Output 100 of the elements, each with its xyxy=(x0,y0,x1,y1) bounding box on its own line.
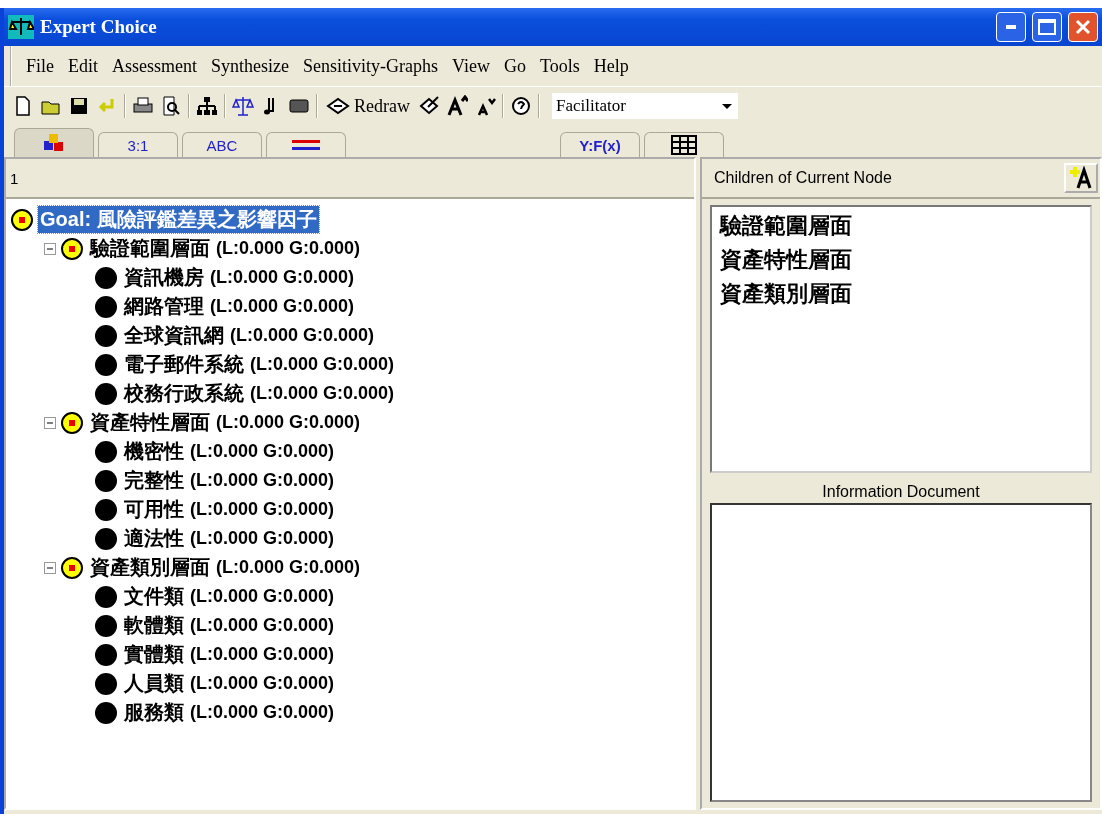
goal-node-icon xyxy=(60,410,84,435)
leaf-node-icon xyxy=(94,468,118,493)
leaf-node-icon xyxy=(94,613,118,638)
leaf-node-icon xyxy=(94,497,118,522)
balance-scale-icon[interactable] xyxy=(232,95,254,117)
view-tab[interactable]: Y:F(x) xyxy=(560,132,640,157)
view-tab[interactable] xyxy=(14,128,94,157)
blocks-icon xyxy=(42,133,66,153)
priority-text: (L:0.000 G:0.000) xyxy=(216,557,361,578)
hierarchy-icon[interactable] xyxy=(196,95,218,117)
leaf-node-icon xyxy=(94,352,118,377)
leaf-node-icon xyxy=(94,439,118,464)
priority-text: (L:0.000 G:0.000) xyxy=(190,586,335,607)
expand-toggle[interactable] xyxy=(44,242,56,255)
leaf-node-icon xyxy=(94,381,118,406)
window-title: Expert Choice xyxy=(40,16,158,38)
priority-text: (L:0.000 G:0.000) xyxy=(190,499,335,520)
view-tab[interactable]: ABC xyxy=(182,132,262,157)
redraw-button[interactable]: Redraw xyxy=(324,95,412,117)
leaf-node-icon xyxy=(94,671,118,696)
mode-dropdown[interactable]: Facilitator xyxy=(552,93,738,119)
tree-node-label[interactable]: 實體類 xyxy=(122,641,186,668)
tree-node-label[interactable]: Goal: 風險評鑑差異之影響因子 xyxy=(38,206,319,233)
leaf-node-icon xyxy=(94,265,118,290)
tree-node-label[interactable]: 資產類別層面 xyxy=(88,554,212,581)
leaf-node-icon xyxy=(94,294,118,319)
priority-text: (L:0.000 G:0.000) xyxy=(216,412,361,433)
leaf-node-icon xyxy=(94,642,118,667)
font-larger-icon[interactable] xyxy=(446,95,468,117)
menu-item[interactable]: File xyxy=(26,55,54,77)
view-tab[interactable] xyxy=(644,132,724,157)
goal-node-icon xyxy=(60,236,84,261)
menu-item[interactable]: Assessment xyxy=(112,55,197,77)
maximize-button[interactable] xyxy=(1032,12,1062,42)
tree-node-label[interactable]: 文件類 xyxy=(122,583,186,610)
close-icon xyxy=(1075,19,1091,35)
save-icon[interactable] xyxy=(68,95,90,117)
child-node-item[interactable]: 資產類別層面 xyxy=(720,279,1082,309)
expand-toggle[interactable] xyxy=(44,561,56,574)
tree-node-label[interactable]: 資訊機房 xyxy=(122,264,206,291)
priority-text: (L:0.000 G:0.000) xyxy=(210,296,355,317)
menu-item[interactable]: Synthesize xyxy=(211,55,289,77)
tree-node-label[interactable]: 網路管理 xyxy=(122,293,206,320)
tree-node-label[interactable]: 全球資訊網 xyxy=(122,322,226,349)
eraser-pen-icon[interactable] xyxy=(418,95,440,117)
menu-item[interactable]: Tools xyxy=(539,55,580,77)
minimize-icon xyxy=(1006,25,1016,29)
leaf-node-icon xyxy=(94,700,118,725)
diamond-icon xyxy=(326,96,350,116)
tree-node-label[interactable]: 完整性 xyxy=(122,467,186,494)
add-letter-icon xyxy=(1068,166,1094,190)
add-node-button[interactable] xyxy=(1064,163,1098,193)
view-tab[interactable]: 3:1 xyxy=(98,132,178,157)
scale-app-icon xyxy=(8,15,34,39)
priority-text: (L:0.000 G:0.000) xyxy=(210,267,355,288)
pane-header: Children of Current Node xyxy=(714,169,892,187)
tree-node-label[interactable]: 服務類 xyxy=(122,699,186,726)
info-document-label: Information Document xyxy=(822,483,980,500)
leaf-node-icon xyxy=(94,584,118,609)
minimize-button[interactable] xyxy=(996,12,1026,42)
info-document-field[interactable] xyxy=(710,503,1092,802)
tree-node-label[interactable]: 人員類 xyxy=(122,670,186,697)
priority-text: (L:0.000 G:0.000) xyxy=(190,528,335,549)
print-preview-icon[interactable] xyxy=(160,95,182,117)
goal-node-icon xyxy=(60,555,84,580)
tree-node-label[interactable]: 驗證範圍層面 xyxy=(88,235,212,262)
pane-header: 1 xyxy=(10,169,19,187)
tree-node-label[interactable]: 軟體類 xyxy=(122,612,186,639)
stripes-icon xyxy=(290,138,322,152)
dropdown-arrow-icon xyxy=(722,103,732,109)
priority-text: (L:0.000 G:0.000) xyxy=(190,644,335,665)
priority-text: (L:0.000 G:0.000) xyxy=(190,441,335,462)
view-tab[interactable] xyxy=(266,132,346,157)
leaf-node-icon xyxy=(94,323,118,348)
menu-item[interactable]: Help xyxy=(593,55,629,77)
priority-text: (L:0.000 G:0.000) xyxy=(190,470,335,491)
priority-text: (L:0.000 G:0.000) xyxy=(230,325,375,346)
priority-text: (L:0.000 G:0.000) xyxy=(190,702,335,723)
menu-item[interactable]: View xyxy=(452,55,490,77)
tree-node-label[interactable]: 機密性 xyxy=(122,438,186,465)
tree-node-label[interactable]: 校務行政系統 xyxy=(122,380,246,407)
maximize-icon xyxy=(1038,19,1056,35)
table-icon xyxy=(671,135,697,155)
priority-text: (L:0.000 G:0.000) xyxy=(250,383,395,404)
tree-node-label[interactable]: 電子郵件系統 xyxy=(122,351,246,378)
menu-item[interactable]: Edit xyxy=(68,55,98,77)
leaf-node-icon xyxy=(94,526,118,551)
tree-node-label[interactable]: 可用性 xyxy=(122,496,186,523)
close-button[interactable] xyxy=(1068,12,1098,42)
priority-text: (L:0.000 G:0.000) xyxy=(190,673,335,694)
child-node-item[interactable]: 資產特性層面 xyxy=(720,245,1082,275)
goal-node-icon xyxy=(10,207,34,232)
priority-text: (L:0.000 G:0.000) xyxy=(216,238,361,259)
expand-toggle[interactable] xyxy=(44,416,56,429)
menu-item[interactable]: Go xyxy=(503,55,526,77)
tree-node-label[interactable]: 資產特性層面 xyxy=(88,409,212,436)
priority-text: (L:0.000 G:0.000) xyxy=(250,354,395,375)
child-node-item[interactable]: 驗證範圍層面 xyxy=(720,211,1082,241)
menu-item[interactable]: Sensitivity-Graphs xyxy=(303,55,438,77)
tree-node-label[interactable]: 適法性 xyxy=(122,525,186,552)
